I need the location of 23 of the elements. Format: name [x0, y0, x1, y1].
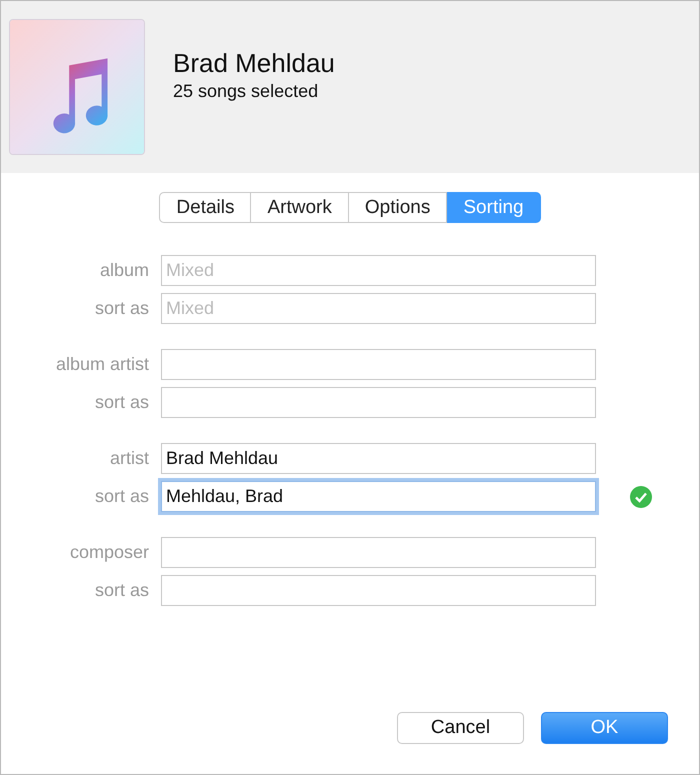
field-label: sort as [94, 391, 150, 414]
text-field[interactable] [161, 575, 596, 606]
text-field[interactable]: Mixed [161, 293, 596, 324]
cancel-button[interactable]: Cancel [397, 712, 524, 744]
field-label: sort as [94, 485, 150, 508]
text-field[interactable]: Brad Mehldau [161, 443, 596, 474]
tab[interactable]: Options [348, 192, 448, 223]
text-field[interactable] [161, 537, 596, 568]
field-label: album [98, 259, 150, 282]
field-label: sort as [94, 579, 150, 602]
album-artwork-icon [9, 19, 145, 155]
text-field[interactable]: Mehldau, Brad [161, 481, 596, 512]
field-label: artist [108, 447, 150, 470]
tab[interactable]: Artwork [251, 192, 349, 223]
selection-count: 25 songs selected [173, 80, 320, 104]
text-field[interactable] [161, 387, 596, 418]
text-field[interactable]: Mixed [161, 255, 596, 286]
field-label: album artist [54, 353, 150, 376]
tab[interactable]: Details [159, 192, 252, 223]
text-field[interactable] [161, 349, 596, 380]
field-label: sort as [94, 297, 150, 320]
album-title: Brad Mehldau [173, 48, 335, 78]
field-label: composer [68, 541, 150, 564]
